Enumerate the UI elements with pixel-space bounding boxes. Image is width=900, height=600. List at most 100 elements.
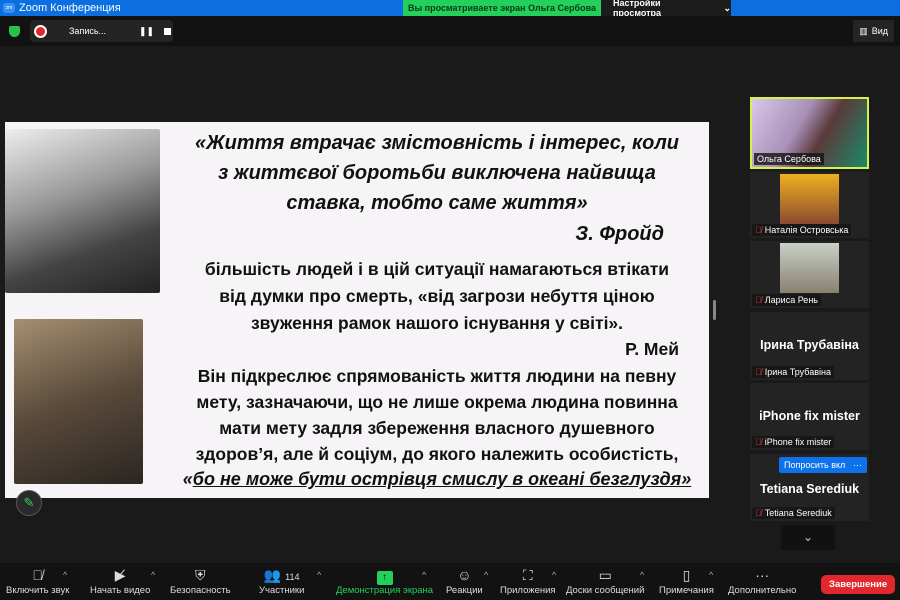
- ask-to-unmute-button[interactable]: Попросить вкл: [779, 457, 851, 473]
- mic-muted-icon: 🎙̸: [755, 437, 762, 447]
- participant-display-name: Tetiana Serediuk: [759, 482, 860, 496]
- participant-more-button[interactable]: ···: [848, 457, 867, 473]
- text-line: мету, зазначаючи, що не лише окрема люди…: [196, 392, 678, 412]
- quote-open: «: [182, 469, 193, 489]
- text-line: здоров’я, але й соціум, до якого належит…: [195, 444, 679, 464]
- apps-label: Приложения: [500, 585, 556, 596]
- stop-recording-icon[interactable]: [164, 27, 172, 35]
- text-line: від думки про смерть, «від загрози небут…: [219, 286, 655, 306]
- window-title: Zoom Конференция: [19, 2, 121, 14]
- participant-name-label: Ірина Трубавіна: [764, 367, 831, 377]
- share-label: Демонстрация экрана: [336, 585, 434, 596]
- whiteboard-icon: ▭: [598, 567, 612, 583]
- underlined-quote: бо не може бути острівця смислу в океані…: [192, 469, 692, 489]
- security-label: Безопасность: [170, 585, 231, 596]
- participant-tile[interactable]: Ірина Трубавіна 🎙̸ Ірина Трубавіна: [750, 312, 869, 380]
- pause-recording-icon[interactable]: ❚❚: [139, 26, 154, 37]
- mic-muted-icon: 🎙̸: [755, 295, 762, 305]
- audio-options-caret[interactable]: ^: [63, 570, 67, 580]
- view-settings-button[interactable]: Настройки просмотра ⌄: [601, 0, 731, 18]
- final-quote: «бо не може бути острівця смислу в океан…: [165, 469, 709, 490]
- reactions-caret[interactable]: ^: [484, 570, 488, 580]
- quote-line: ставка, тобто саме життя»: [286, 192, 588, 214]
- share-caret[interactable]: ^: [422, 570, 426, 580]
- mic-muted-icon: 🎙̸: [755, 367, 762, 377]
- participant-name-label: Tetiana Serediuk: [764, 508, 832, 518]
- participant-display-name: Ірина Трубавіна: [760, 338, 859, 352]
- video-off-icon: ▶̸: [114, 567, 126, 583]
- video-options-caret[interactable]: ^: [151, 570, 155, 580]
- participants-icon: 👥 114: [263, 567, 300, 583]
- reactions-button[interactable]: ☺ Реакции: [446, 565, 483, 596]
- unmute-label: Включить звук: [6, 585, 70, 596]
- chevron-down-icon: ⌄: [723, 2, 731, 13]
- view-button[interactable]: ▥ Вид: [853, 20, 894, 42]
- layout-icon: ▥: [859, 25, 868, 36]
- participant-name-label: Лариса Рень: [764, 295, 818, 305]
- more-button[interactable]: ··· Дополнительно: [728, 565, 796, 596]
- apps-icon: ⛶: [522, 567, 533, 583]
- apps-button[interactable]: ⛶ Приложения: [500, 565, 556, 596]
- participant-tile[interactable]: iPhone fix mister 🎙̸ iPhone fix mister: [750, 383, 869, 450]
- more-dots-icon: ···: [755, 567, 770, 583]
- zoom-logo-icon: zm: [3, 3, 15, 13]
- reactions-label: Реакции: [446, 585, 483, 596]
- participant-video: [780, 243, 839, 293]
- text-line: мати мету задля збереження власного душе…: [219, 418, 655, 438]
- mic-muted-icon: 🎙̸: [32, 567, 43, 583]
- whiteboards-label: Доски сообщений: [566, 585, 645, 596]
- whiteboards-caret[interactable]: ^: [640, 570, 644, 580]
- author-freud: З. Фройд: [575, 223, 664, 245]
- text-line: більшість людей і в цій ситуації намагаю…: [204, 259, 670, 279]
- participant-name: Ольга Сербова: [754, 153, 824, 165]
- text-line: Він підкреслює спрямованість життя людин…: [197, 366, 677, 386]
- text-line: звуження рамок нашого існування у світі»…: [250, 313, 624, 333]
- shield-icon: ⛨: [195, 567, 206, 583]
- recording-label: Запись...: [69, 26, 107, 36]
- notes-label: Примечания: [659, 585, 714, 596]
- participants-caret[interactable]: ^: [317, 570, 321, 580]
- video-label: Начать видео: [90, 585, 151, 596]
- end-meeting-button[interactable]: Завершение: [821, 575, 895, 594]
- viewing-screen-label: Вы просматриваете экран Ольга Сербова: [403, 0, 601, 16]
- participant-tile[interactable]: 🎙̸ Лариса Рень: [750, 241, 869, 308]
- share-arrow-icon: ↑: [336, 565, 433, 585]
- shared-slide: «Життя втрачає змістовність і інтерес, к…: [5, 122, 709, 498]
- author-may: Р. Мей: [625, 339, 679, 359]
- quote-line: «Життя втрачає змістовність і інтерес, к…: [195, 132, 679, 154]
- annotate-pen-icon[interactable]: ✎: [16, 490, 42, 516]
- view-label: Вид: [871, 26, 888, 36]
- unmute-button[interactable]: 🎙̸ Включить звук: [6, 565, 69, 596]
- participant-name-label: Наталія Островська: [764, 225, 849, 235]
- participants-count: 114: [285, 572, 300, 582]
- may-photo: [14, 319, 143, 484]
- participant-display-name: iPhone fix mister: [759, 409, 860, 423]
- start-video-button[interactable]: ▶̸ Начать видео: [90, 565, 150, 596]
- whiteboards-button[interactable]: ▭ Доски сообщений: [566, 565, 644, 596]
- mic-muted-icon: 🎙̸: [755, 508, 762, 518]
- more-label: Дополнительно: [728, 585, 797, 596]
- apps-caret[interactable]: ^: [552, 570, 556, 580]
- scroll-down-chevron-icon[interactable]: ⌄: [781, 525, 835, 550]
- share-banner: Вы просматриваете экран Ольга Сербова На…: [403, 0, 731, 18]
- notes-button[interactable]: ▯ Примечания: [659, 565, 714, 596]
- record-icon: [36, 26, 45, 36]
- freud-photo: [5, 129, 160, 293]
- reactions-icon: ☺: [457, 567, 472, 583]
- panel-resize-handle[interactable]: [713, 300, 716, 320]
- participants-button[interactable]: 👥 114 Участники: [259, 565, 304, 596]
- participant-name-label: iPhone fix mister: [764, 437, 832, 447]
- mic-muted-icon: 🎙̸: [755, 225, 762, 235]
- notes-icon: ▯: [682, 567, 691, 583]
- participant-tile[interactable]: 🎙̸ Наталія Островська: [750, 172, 869, 238]
- participants-label: Участники: [259, 585, 305, 596]
- participant-video: [780, 174, 839, 224]
- participant-tile[interactable]: Ольга Сербова: [750, 97, 869, 169]
- quote-line: з життєвої боротьби виключена найвища: [218, 162, 656, 184]
- recording-indicator: Запись... ❚❚: [30, 20, 173, 42]
- security-button[interactable]: ⛨ Безопасность: [170, 565, 231, 596]
- participant-name-label: Ольга Сербова: [757, 154, 821, 164]
- share-screen-button[interactable]: ↑ Демонстрация экрана: [336, 565, 433, 596]
- security-shield-icon[interactable]: [9, 26, 20, 37]
- notes-caret[interactable]: ^: [709, 570, 713, 580]
